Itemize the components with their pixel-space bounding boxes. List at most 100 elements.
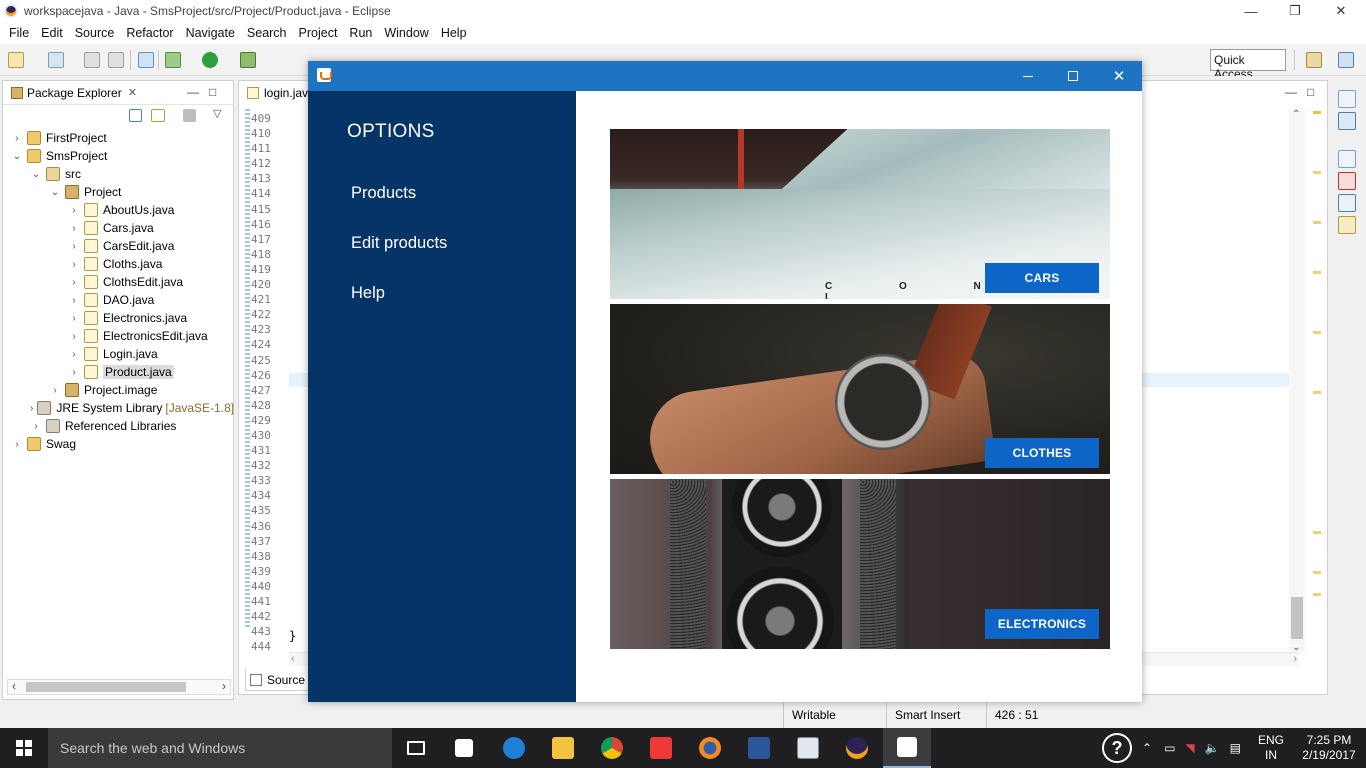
javadoc-icon[interactable] bbox=[1338, 194, 1356, 212]
java-perspective-icon[interactable] bbox=[1338, 52, 1354, 68]
tree-item[interactable]: › JRE System Library [JavaSE-1.8] bbox=[3, 399, 234, 417]
close-button[interactable]: ✕ bbox=[1096, 61, 1142, 91]
horizontal-scrollbar[interactable]: ‹ › bbox=[7, 679, 231, 695]
nav-edit-products[interactable]: Edit products bbox=[351, 234, 447, 253]
clock[interactable]: 7:25 PM 2/19/2017 bbox=[1296, 728, 1362, 768]
maximize-button[interactable] bbox=[1050, 61, 1096, 91]
tree-item[interactable]: › Product.java bbox=[3, 363, 233, 381]
clothes-button[interactable]: CLOTHES bbox=[985, 438, 1099, 468]
tree-item[interactable]: › Electronics.java bbox=[3, 309, 233, 327]
tree-item[interactable]: ⌄ Project bbox=[3, 183, 233, 201]
scroll-right-icon[interactable]: › bbox=[1293, 653, 1297, 665]
tree-item[interactable]: › Cloths.java bbox=[3, 255, 233, 273]
firefox-icon[interactable] bbox=[694, 732, 726, 764]
chevron-down-icon[interactable]: ⌄ bbox=[11, 151, 23, 162]
new-icon[interactable] bbox=[8, 52, 24, 68]
start-button[interactable] bbox=[0, 728, 48, 768]
tree-item[interactable]: ⌄ SmsProject bbox=[3, 147, 233, 165]
task-view-icon[interactable] bbox=[400, 732, 432, 764]
problems-icon[interactable] bbox=[1338, 172, 1356, 190]
menu-run[interactable]: Run bbox=[343, 26, 378, 40]
maximize-view-icon[interactable]: □ bbox=[209, 85, 216, 99]
tree-item[interactable]: › Swag bbox=[3, 435, 233, 453]
chrome-icon[interactable] bbox=[596, 732, 628, 764]
menu-project[interactable]: Project bbox=[293, 26, 344, 40]
scroll-left-icon[interactable]: ‹ bbox=[12, 679, 16, 693]
editor-vertical-scrollbar[interactable]: ⌃ ⌄ bbox=[1289, 109, 1305, 653]
run-icon[interactable] bbox=[202, 52, 218, 68]
clothes-tile[interactable]: CLOTHES bbox=[610, 304, 1110, 474]
tree-item[interactable]: › CarsEdit.java bbox=[3, 237, 233, 255]
nav-products[interactable]: Products bbox=[351, 184, 416, 203]
menu-search[interactable]: Search bbox=[241, 26, 293, 40]
tree-item[interactable]: › DAO.java bbox=[3, 291, 233, 309]
chevron-right-icon[interactable]: › bbox=[68, 259, 80, 270]
package-explorer-tab[interactable]: Package Explorer ✕ — □ bbox=[3, 81, 233, 105]
network-icon[interactable]: ◥ bbox=[1185, 741, 1194, 755]
word-icon[interactable] bbox=[743, 732, 775, 764]
chevron-right-icon[interactable]: › bbox=[68, 349, 80, 360]
tree-item[interactable]: › Cars.java bbox=[3, 219, 233, 237]
volume-icon[interactable]: 🔈 bbox=[1205, 741, 1220, 755]
chevron-right-icon[interactable]: › bbox=[68, 277, 80, 288]
chevron-right-icon[interactable]: › bbox=[68, 241, 80, 252]
restore-view-icon[interactable] bbox=[1338, 150, 1356, 168]
menu-source[interactable]: Source bbox=[69, 26, 121, 40]
chevron-right-icon[interactable]: › bbox=[68, 367, 80, 378]
chevron-right-icon[interactable]: › bbox=[68, 223, 80, 234]
save-all-icon[interactable] bbox=[108, 52, 124, 68]
menu-file[interactable]: File bbox=[3, 26, 35, 40]
save-icon[interactable] bbox=[84, 52, 100, 68]
menu-help[interactable]: Help bbox=[435, 26, 473, 40]
source-tab[interactable]: Source bbox=[245, 669, 311, 691]
chevron-right-icon[interactable]: › bbox=[68, 295, 80, 306]
tree-item[interactable]: › FirstProject bbox=[3, 129, 233, 147]
restore-view-icon[interactable] bbox=[1338, 90, 1356, 108]
chevron-right-icon[interactable]: › bbox=[11, 133, 23, 144]
focus-icon[interactable] bbox=[183, 109, 196, 122]
quick-access-field[interactable]: Quick Access bbox=[1210, 49, 1286, 81]
scroll-right-icon[interactable]: › bbox=[222, 679, 226, 693]
restore-button[interactable]: ❐ bbox=[1272, 0, 1318, 22]
code-line-443[interactable]: } bbox=[289, 629, 296, 643]
file-explorer-icon[interactable] bbox=[547, 732, 579, 764]
help-icon[interactable]: ? bbox=[1102, 733, 1132, 763]
chevron-right-icon[interactable]: › bbox=[49, 385, 61, 396]
scroll-left-icon[interactable]: ‹ bbox=[291, 653, 295, 665]
cars-button[interactable]: CARS bbox=[985, 263, 1099, 293]
chevron-right-icon[interactable]: › bbox=[30, 403, 33, 414]
taskbar-search-box[interactable]: Search the web and Windows bbox=[48, 728, 392, 768]
tree-item[interactable]: › ClothsEdit.java bbox=[3, 273, 233, 291]
chevron-down-icon[interactable]: ⌄ bbox=[30, 169, 42, 180]
editor-tab-login[interactable]: login.jav bbox=[239, 81, 318, 105]
cars-tile[interactable]: C O N T I CARS bbox=[610, 129, 1110, 299]
vivaldi-icon[interactable] bbox=[645, 732, 677, 764]
store-icon[interactable] bbox=[448, 732, 480, 764]
collapse-all-icon[interactable] bbox=[129, 109, 142, 122]
chevron-right-icon[interactable]: › bbox=[68, 331, 80, 342]
chevron-right-icon[interactable]: › bbox=[68, 313, 80, 324]
link-editor-icon[interactable] bbox=[151, 109, 165, 122]
chevron-right-icon[interactable]: › bbox=[30, 421, 42, 432]
open-perspective-icon[interactable] bbox=[1306, 52, 1322, 68]
menu-refactor[interactable]: Refactor bbox=[120, 26, 179, 40]
battery-icon[interactable]: ▭ bbox=[1164, 741, 1175, 755]
view-menu-icon[interactable]: ▽ bbox=[213, 107, 221, 120]
electronics-tile[interactable]: ELECTRONICS bbox=[610, 479, 1110, 649]
eclipse-icon[interactable] bbox=[841, 732, 873, 764]
chevron-right-icon[interactable]: › bbox=[68, 205, 80, 216]
tree-item[interactable]: › ElectronicsEdit.java bbox=[3, 327, 233, 345]
product-window-titlebar[interactable]: ✕ bbox=[308, 61, 1142, 91]
menu-edit[interactable]: Edit bbox=[35, 26, 69, 40]
java-icon[interactable] bbox=[883, 728, 931, 768]
notifications-icon[interactable]: ▤ bbox=[1230, 741, 1241, 755]
language-indicator[interactable]: ENG IN bbox=[1258, 728, 1284, 768]
tree-item[interactable]: › Login.java bbox=[3, 345, 233, 363]
close-button[interactable]: ✕ bbox=[1318, 0, 1364, 22]
minimize-editor-icon[interactable]: — bbox=[1285, 85, 1297, 99]
close-icon[interactable]: ✕ bbox=[128, 86, 137, 99]
outline-icon[interactable] bbox=[1338, 112, 1356, 130]
chevron-right-icon[interactable]: › bbox=[11, 439, 23, 450]
scroll-up-icon[interactable]: ⌃ bbox=[1292, 109, 1300, 120]
external-tools-icon[interactable] bbox=[240, 52, 256, 68]
